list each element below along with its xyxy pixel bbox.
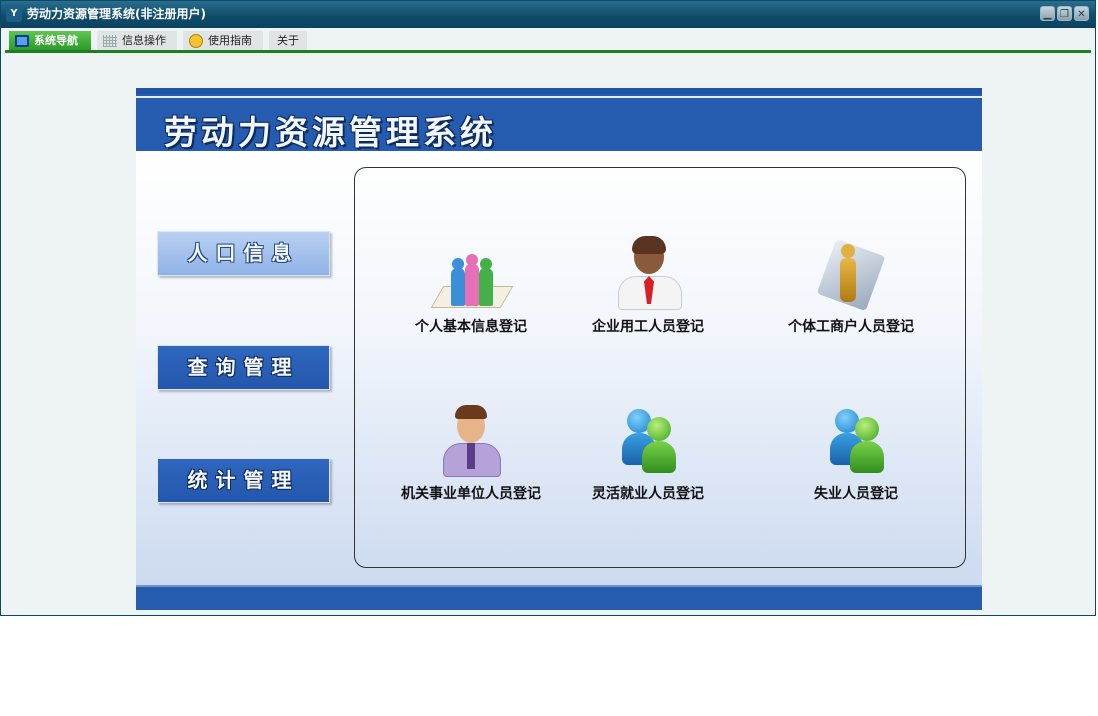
enterprise-employee-registration[interactable]: 企业用工人员登记	[553, 236, 743, 346]
card-label: 灵活就业人员登记	[592, 486, 704, 502]
title-bar[interactable]: Y 劳动力资源管理系统(非注册用户) ▁ ❐ ✕	[1, 1, 1095, 28]
card-label: 个体工商户人员登记	[788, 319, 914, 335]
population-info-button[interactable]: 人口信息	[157, 231, 330, 276]
tab-system-nav[interactable]: 系统导航	[9, 31, 91, 50]
figure-document-icon	[811, 236, 891, 312]
registration-panel: 个人基本信息登记 企业用工人员登记 个体工商户人员登记 机关事业单位人员登记 灵…	[354, 167, 966, 568]
flexible-employment-registration[interactable]: 灵活就业人员登记	[553, 403, 743, 513]
statistics-management-button[interactable]: 统计管理	[157, 458, 330, 503]
card-label: 个人基本信息登记	[415, 319, 527, 335]
app-logo-icon: Y	[6, 6, 22, 22]
users-icon	[816, 403, 896, 477]
main-panel: 劳动力资源管理系统 人口信息 查询管理 统计管理 个人基本信息登记 企业用工人员…	[136, 88, 982, 610]
tab-user-guide[interactable]: 使用指南	[183, 31, 263, 50]
app-window: Y 劳动力资源管理系统(非注册用户) ▁ ❐ ✕ 系统导航 信息操作 使用指南 …	[0, 0, 1096, 616]
system-title: 劳动力资源管理系统	[164, 113, 497, 152]
tab-label: 信息操作	[122, 34, 166, 47]
tab-bar: 系统导航 信息操作 使用指南 关于	[5, 28, 1091, 53]
tab-label: 系统导航	[34, 34, 78, 47]
government-staff-registration[interactable]: 机关事业单位人员登记	[376, 403, 566, 513]
card-label: 失业人员登记	[814, 486, 898, 502]
header-banner: 劳动力资源管理系统	[136, 88, 982, 152]
query-management-button[interactable]: 查询管理	[157, 345, 330, 390]
tab-label: 关于	[277, 34, 299, 47]
smiling-users-icon	[608, 403, 688, 477]
individual-business-registration[interactable]: 个体工商户人员登记	[756, 236, 946, 346]
minimize-icon[interactable]: ▁	[1040, 6, 1055, 21]
tab-info-ops[interactable]: 信息操作	[97, 31, 177, 50]
window-controls: ▁ ❐ ✕	[1040, 6, 1089, 21]
guide-icon	[189, 33, 203, 48]
monitor-icon	[15, 34, 29, 47]
people-group-icon	[430, 236, 514, 310]
window-title: 劳动力资源管理系统(非注册用户)	[27, 7, 206, 21]
restore-icon[interactable]: ❐	[1057, 6, 1072, 21]
grid-icon	[103, 34, 117, 47]
businessman-icon	[608, 236, 688, 310]
card-label: 企业用工人员登记	[592, 319, 704, 335]
tab-about[interactable]: 关于	[269, 31, 307, 50]
footer-bar	[136, 585, 982, 610]
unemployed-registration[interactable]: 失业人员登记	[761, 403, 951, 513]
official-icon	[431, 403, 511, 477]
close-icon[interactable]: ✕	[1074, 6, 1089, 21]
personal-info-registration[interactable]: 个人基本信息登记	[376, 236, 566, 346]
card-label: 机关事业单位人员登记	[401, 486, 541, 502]
tab-label: 使用指南	[208, 34, 252, 47]
